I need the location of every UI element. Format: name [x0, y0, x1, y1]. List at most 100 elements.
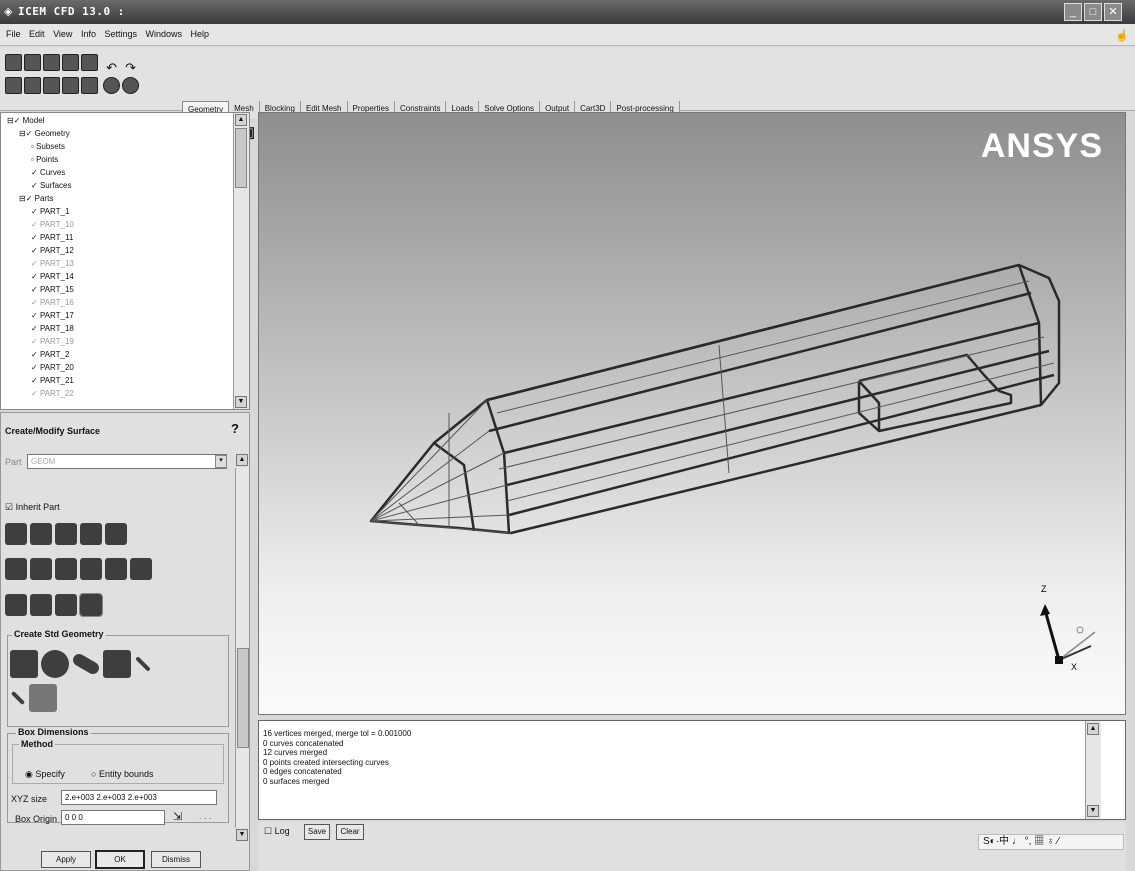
- part-dropdown-icon[interactable]: ▾: [215, 455, 227, 468]
- tree-part-item[interactable]: ✓ PART_10: [31, 220, 74, 229]
- tree-part-item[interactable]: ✓ PART_22: [31, 389, 74, 398]
- surface-fill-icon[interactable]: [55, 594, 77, 616]
- tree-part-item[interactable]: ✓ PART_20: [31, 363, 74, 372]
- dismiss-button[interactable]: Dismiss: [151, 851, 201, 868]
- menu-windows[interactable]: Windows: [146, 29, 183, 39]
- wireframe-model[interactable]: [259, 113, 1126, 715]
- tree-part-item[interactable]: ✓ PART_13: [31, 259, 74, 268]
- menu-view[interactable]: View: [53, 29, 72, 39]
- open-blocking-icon[interactable]: [81, 54, 98, 71]
- quality-icon[interactable]: [62, 77, 79, 94]
- form-scroll-thumb[interactable]: [237, 648, 249, 748]
- redo-icon[interactable]: ↷: [122, 60, 140, 76]
- wireframe-icon[interactable]: [81, 77, 98, 94]
- merge-surfaces-icon[interactable]: [30, 594, 52, 616]
- tree-node-parts[interactable]: ⊟✓ Parts: [19, 194, 53, 203]
- close-button[interactable]: ✕: [1104, 3, 1122, 21]
- graphics-viewport[interactable]: ANSYS Z X: [258, 112, 1126, 715]
- inherit-part-checkbox[interactable]: ☑ Inherit Part: [5, 502, 60, 513]
- message-scrollbar[interactable]: ▲ ▼: [1085, 721, 1101, 819]
- tree-node-curves[interactable]: ✓ Curves: [31, 168, 65, 177]
- tree-node-surfaces[interactable]: ✓ Surfaces: [31, 181, 72, 190]
- help-pointer-icon[interactable]: ☝: [1115, 29, 1129, 42]
- part-select[interactable]: GEOM: [27, 454, 227, 469]
- from-curves-icon[interactable]: [5, 523, 27, 545]
- sweep-surface-icon[interactable]: [55, 523, 77, 545]
- extrude-surface-icon[interactable]: [5, 594, 27, 616]
- scroll-up-icon[interactable]: ▲: [235, 114, 247, 126]
- standard-shapes-icon[interactable]: [79, 593, 103, 617]
- tree-scroll-thumb[interactable]: [235, 128, 247, 188]
- select-location-icon[interactable]: ⇲: [173, 810, 182, 823]
- geometry-simple-icon[interactable]: [130, 558, 152, 580]
- specify-radio[interactable]: ◉ Specify: [25, 769, 65, 780]
- plane-icon[interactable]: [103, 650, 131, 678]
- sphere-icon[interactable]: [41, 650, 69, 678]
- zoom-icon[interactable]: [24, 77, 41, 94]
- input-method-bar[interactable]: S◐·中 ♩ °, ▦ ♁ ⁄: [978, 834, 1124, 850]
- log-checkbox[interactable]: ☐ Log: [264, 826, 290, 837]
- tree-part-item[interactable]: ✓ PART_15: [31, 285, 74, 294]
- open-project-icon[interactable]: [5, 54, 22, 71]
- tree-node-subsets[interactable]: ▫ Subsets: [31, 142, 65, 151]
- scroll-down-icon[interactable]: ▼: [235, 396, 247, 408]
- tree-node-points[interactable]: ▫ Points: [31, 155, 58, 164]
- tree-part-item[interactable]: ✓ PART_21: [31, 376, 74, 385]
- curve-driven-icon[interactable]: [30, 523, 52, 545]
- trim-surface-icon[interactable]: [80, 558, 102, 580]
- tree-part-item[interactable]: ✓ PART_14: [31, 272, 74, 281]
- save-log-button[interactable]: Save: [304, 824, 330, 840]
- msg-scroll-up-icon[interactable]: ▲: [1087, 723, 1099, 735]
- save-project-icon[interactable]: [24, 54, 41, 71]
- tree-part-item[interactable]: ✓ PART_11: [31, 233, 73, 242]
- box-icon[interactable]: [10, 650, 38, 678]
- msg-scroll-down-icon[interactable]: ▼: [1087, 805, 1099, 817]
- open-mesh-icon[interactable]: [62, 54, 79, 71]
- menu-settings[interactable]: Settings: [104, 29, 137, 39]
- entity-bounds-radio[interactable]: ○ Entity bounds: [91, 769, 153, 779]
- solid-display-icon[interactable]: [121, 77, 139, 94]
- wire-icon[interactable]: [10, 690, 26, 706]
- menu-help[interactable]: Help: [191, 29, 210, 39]
- undo-icon[interactable]: ↶: [102, 60, 122, 76]
- segment-surface-icon[interactable]: [55, 558, 77, 580]
- box-selected-icon[interactable]: [29, 684, 57, 712]
- disc-icon[interactable]: [135, 656, 151, 672]
- form-scroll-down-icon[interactable]: ▼: [236, 829, 248, 841]
- tree-scrollbar[interactable]: ▲ ▼: [233, 113, 249, 409]
- form-scroll-up-icon[interactable]: ▲: [236, 454, 248, 466]
- tree-part-item[interactable]: ✓ PART_18: [31, 324, 74, 333]
- surface-revolution-icon[interactable]: [80, 523, 102, 545]
- xyz-size-input[interactable]: 2.e+003 2.e+003 2.e+003: [61, 790, 217, 805]
- offset-surface-icon[interactable]: [5, 558, 27, 580]
- midsurface-icon[interactable]: [30, 558, 52, 580]
- clear-log-button[interactable]: Clear: [336, 824, 364, 840]
- tree-node-geometry[interactable]: ⊟✓ Geometry: [19, 129, 70, 138]
- tree-part-item[interactable]: ✓ PART_19: [31, 337, 74, 346]
- menu-file[interactable]: File: [6, 29, 21, 39]
- box-dimensions-label: Box Dimensions: [16, 727, 91, 737]
- tree-part-item[interactable]: ✓ PART_16: [31, 298, 74, 307]
- display-settings-icon[interactable]: [102, 77, 120, 94]
- tree-part-item[interactable]: ✓ PART_2: [31, 350, 69, 359]
- fit-window-icon[interactable]: [5, 77, 22, 94]
- ok-button[interactable]: OK: [95, 850, 145, 869]
- more-options-icon[interactable]: . . .: [199, 811, 212, 821]
- tree-part-item[interactable]: ✓ PART_12: [31, 246, 74, 255]
- minimize-button[interactable]: _: [1064, 3, 1082, 21]
- help-icon[interactable]: ?: [231, 421, 239, 436]
- cylinder-icon[interactable]: [70, 651, 102, 677]
- open-geometry-icon[interactable]: [43, 54, 60, 71]
- loft-surface-icon[interactable]: [105, 523, 127, 545]
- tree-part-item[interactable]: ✓ PART_1: [31, 207, 69, 216]
- menu-info[interactable]: Info: [81, 29, 96, 39]
- apply-button[interactable]: Apply: [41, 851, 91, 868]
- box-origin-input[interactable]: 0 0 0: [61, 810, 165, 825]
- menu-edit[interactable]: Edit: [29, 29, 45, 39]
- tree-node-model[interactable]: ⊟✓ Model: [7, 116, 44, 125]
- extend-surface-icon[interactable]: [105, 558, 127, 580]
- maximize-button[interactable]: □: [1084, 3, 1102, 21]
- measure-icon[interactable]: [43, 77, 60, 94]
- tree-part-item[interactable]: ✓ PART_17: [31, 311, 74, 320]
- form-scrollbar[interactable]: [235, 468, 249, 828]
